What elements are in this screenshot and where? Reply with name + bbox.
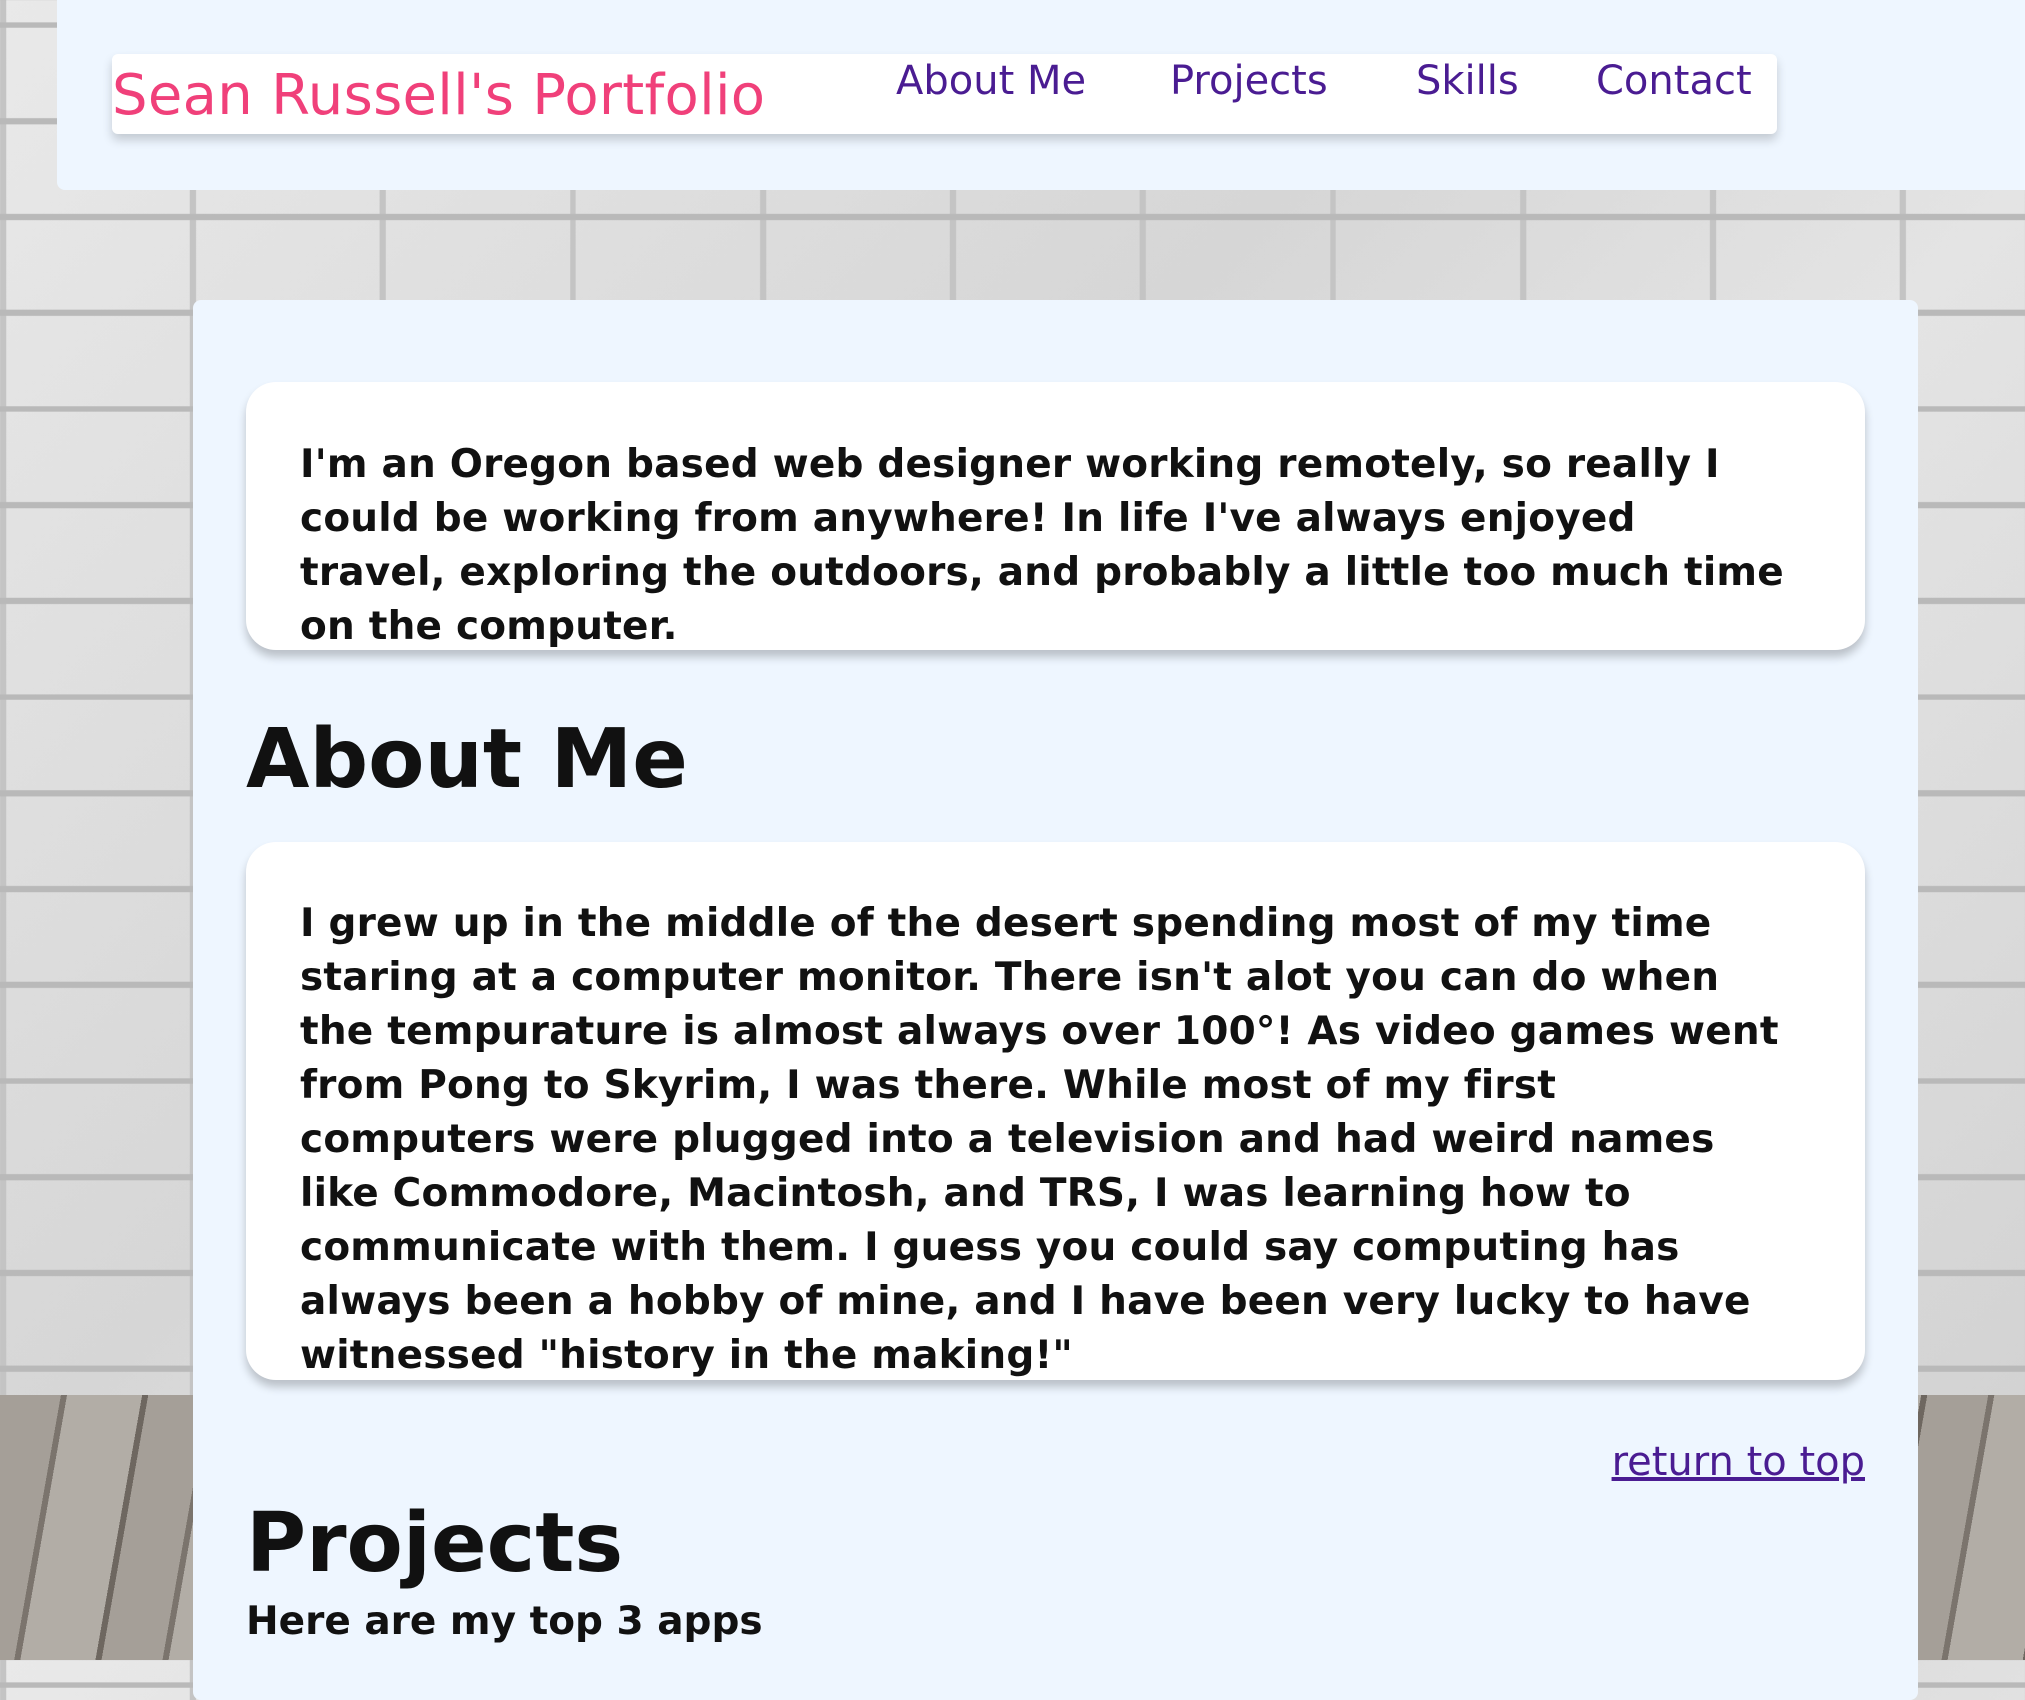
nav-link-about-me[interactable]: About Me — [896, 56, 1086, 106]
projects-subtitle: Here are my top 3 apps — [246, 1599, 763, 1644]
site-brand-link[interactable]: Sean Russell's Portfolio — [112, 58, 765, 134]
about-me-text: I grew up in the middle of the desert sp… — [300, 901, 1779, 1378]
nav-link-skills[interactable]: Skills — [1416, 56, 1519, 106]
projects-heading: Projects — [246, 1496, 624, 1591]
intro-card: I'm an Oregon based web designer working… — [246, 382, 1865, 650]
about-me-card: I grew up in the middle of the desert sp… — [246, 842, 1865, 1380]
about-me-heading: About Me — [246, 712, 688, 807]
nav-link-contact[interactable]: Contact — [1596, 56, 1752, 106]
nav-link-projects[interactable]: Projects — [1170, 56, 1328, 106]
intro-text: I'm an Oregon based web designer working… — [300, 442, 1784, 649]
return-to-top-link[interactable]: return to top — [1612, 1434, 1865, 1490]
